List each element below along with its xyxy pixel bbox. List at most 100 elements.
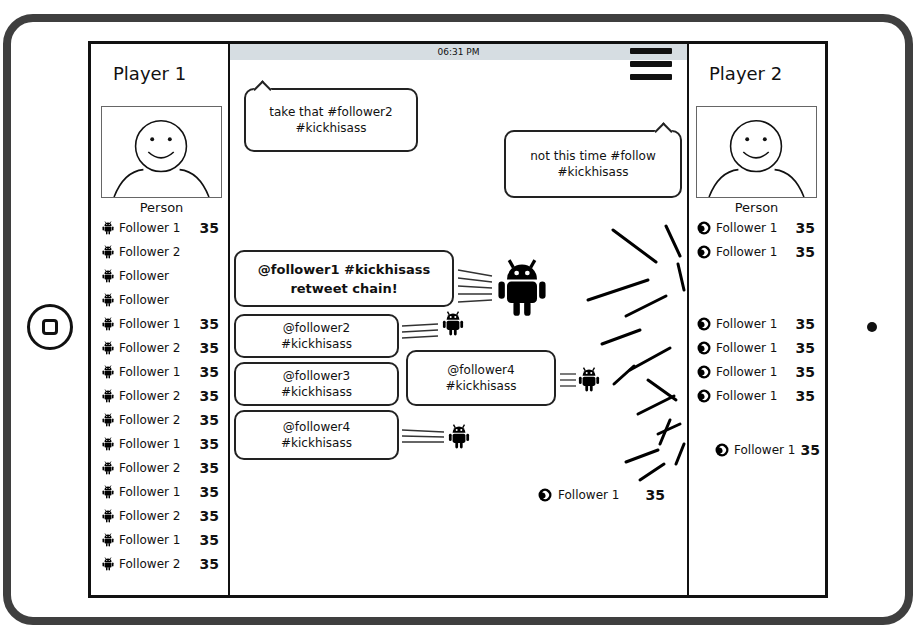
- follower-row[interactable]: Follower 1 35: [91, 480, 228, 504]
- bubble-text: @follower1 #kickhisass: [258, 260, 430, 279]
- bubble-text: #kickhisass: [446, 378, 517, 394]
- follower-row[interactable]: Follower 2: [91, 240, 228, 264]
- android-icon: [448, 423, 470, 450]
- follower-count: 35: [200, 340, 219, 356]
- swirl-icon: [697, 221, 711, 235]
- retweet-bubble: @follower4#kickhisass: [406, 350, 556, 406]
- swirl-icon: [697, 389, 711, 403]
- android-icon: [102, 341, 114, 355]
- follower-name: Follower 1: [119, 485, 195, 499]
- follower-count: 35: [200, 412, 219, 428]
- bubble-text: #kickhisass: [558, 164, 629, 180]
- game-board: 06:31 PM take that #follower2#kickhisass…: [230, 44, 687, 595]
- follower-row[interactable]: Follower 1 35: [91, 528, 228, 552]
- follower-name: Follower: [119, 269, 219, 283]
- empty-slot: [689, 264, 825, 288]
- android-icon: [102, 509, 114, 523]
- taunt-bubble: not this time #follow#kickhisass: [504, 130, 682, 198]
- android-icon: [495, 258, 549, 318]
- follower-name: Follower 1: [119, 365, 195, 379]
- home-button[interactable]: [27, 304, 73, 350]
- follower-name: Follower 2: [119, 557, 195, 571]
- menu-button[interactable]: [630, 48, 672, 80]
- follower-row[interactable]: Follower 2 35: [91, 504, 228, 528]
- follower-row[interactable]: Follower: [91, 264, 228, 288]
- android-icon: [102, 437, 114, 451]
- follower-name: Follower 1: [716, 389, 791, 403]
- bubble-text: take that #follower2: [269, 104, 392, 120]
- follower-count: 35: [200, 556, 219, 572]
- follower-count: 35: [796, 340, 815, 356]
- clock: 06:31 PM: [438, 44, 480, 60]
- follower-count: 35: [200, 508, 219, 524]
- person-icon: [102, 107, 221, 197]
- follower-list: Follower 1 35 Follower 2 Follower Follow…: [91, 216, 228, 576]
- camera-dot-icon: [867, 322, 877, 332]
- follower-name: Follower 1: [716, 221, 791, 235]
- swirl-icon: [697, 341, 711, 355]
- follower-count: 35: [200, 220, 219, 236]
- follower-row[interactable]: Follower 1 35: [689, 240, 825, 264]
- follower-name: Follower 1: [119, 317, 195, 331]
- follower-row[interactable]: Follower 2 35: [91, 336, 228, 360]
- follower-name: Follower 1: [716, 341, 791, 355]
- follower-name: Follower 2: [119, 509, 195, 523]
- follower-list: Follower 1 35 Follower 1 35 Follower 1 3…: [689, 216, 825, 462]
- player-panel: Player 1 Person Follower 1 35 Follower 2…: [91, 44, 230, 595]
- follower-count: 35: [645, 487, 664, 503]
- android-icon: [102, 293, 114, 307]
- follower-row[interactable]: Follower 1 35: [91, 216, 228, 240]
- follower-name: Follower 1: [716, 317, 791, 331]
- android-icon: [102, 389, 114, 403]
- follower-row[interactable]: Follower 1 35: [91, 360, 228, 384]
- android-icon: [102, 317, 114, 331]
- follower-count: 35: [200, 460, 219, 476]
- follower-row[interactable]: Follower 1 35: [689, 384, 825, 408]
- follower-count: 35: [800, 442, 819, 458]
- android-icon: [102, 557, 114, 571]
- left-bezel: [11, 22, 88, 617]
- follower-row[interactable]: Follower 1 35: [689, 336, 825, 360]
- knocked-out-follower: Follower 1 35: [538, 486, 665, 504]
- follower-row[interactable]: Follower 2 35: [91, 384, 228, 408]
- follower-row[interactable]: Follower 1 35: [689, 360, 825, 384]
- follower-name: Follower 2: [119, 389, 195, 403]
- right-bezel: [828, 22, 905, 617]
- follower-row[interactable]: Follower: [91, 288, 228, 312]
- follower-row[interactable]: Follower 1 35: [689, 438, 825, 462]
- bubble-text: not this time #follow: [530, 148, 656, 164]
- avatar: [696, 106, 817, 198]
- person-icon: [697, 107, 816, 197]
- follower-row[interactable]: Follower 1 35: [91, 432, 228, 456]
- android-icon: [102, 365, 114, 379]
- follower-row[interactable]: Follower 2 35: [91, 456, 228, 480]
- follower-name: Follower 2: [119, 413, 195, 427]
- retweet-chain-bubble: @follower1 #kickhisassretweet chain!: [234, 250, 454, 307]
- avatar-caption: Person: [696, 200, 817, 216]
- follower-count: 35: [796, 244, 815, 260]
- avatar: [101, 106, 222, 198]
- follower-count: 35: [200, 316, 219, 332]
- bubble-text: @follower3: [283, 368, 350, 384]
- follower-count: 35: [796, 388, 815, 404]
- follower-row[interactable]: Follower 1 35: [689, 312, 825, 336]
- taunt-bubble: take that #follower2#kickhisass: [244, 88, 418, 152]
- follower-row[interactable]: Follower 2 35: [91, 552, 228, 576]
- follower-name: Follower 1: [119, 221, 195, 235]
- follower-row[interactable]: Follower 1 35: [689, 216, 825, 240]
- follower-name: Follower 1: [558, 488, 619, 502]
- empty-slot: [689, 288, 825, 312]
- follower-count: 35: [200, 388, 219, 404]
- follower-row[interactable]: Follower 2 35: [91, 408, 228, 432]
- swirl-icon: [697, 317, 711, 331]
- bubble-text: #kickhisass: [281, 435, 352, 451]
- follower-count: 35: [796, 364, 815, 380]
- follower-name: Follower: [119, 293, 219, 307]
- follower-row[interactable]: Follower 1 35: [91, 312, 228, 336]
- follower-count: 35: [200, 364, 219, 380]
- follower-count: 35: [200, 532, 219, 548]
- android-icon: [102, 269, 114, 283]
- bubble-text: #kickhisass: [296, 120, 367, 136]
- player-panel: Player 2 Person Follower 1 35 Follower 1…: [687, 44, 825, 595]
- android-icon: [102, 485, 114, 499]
